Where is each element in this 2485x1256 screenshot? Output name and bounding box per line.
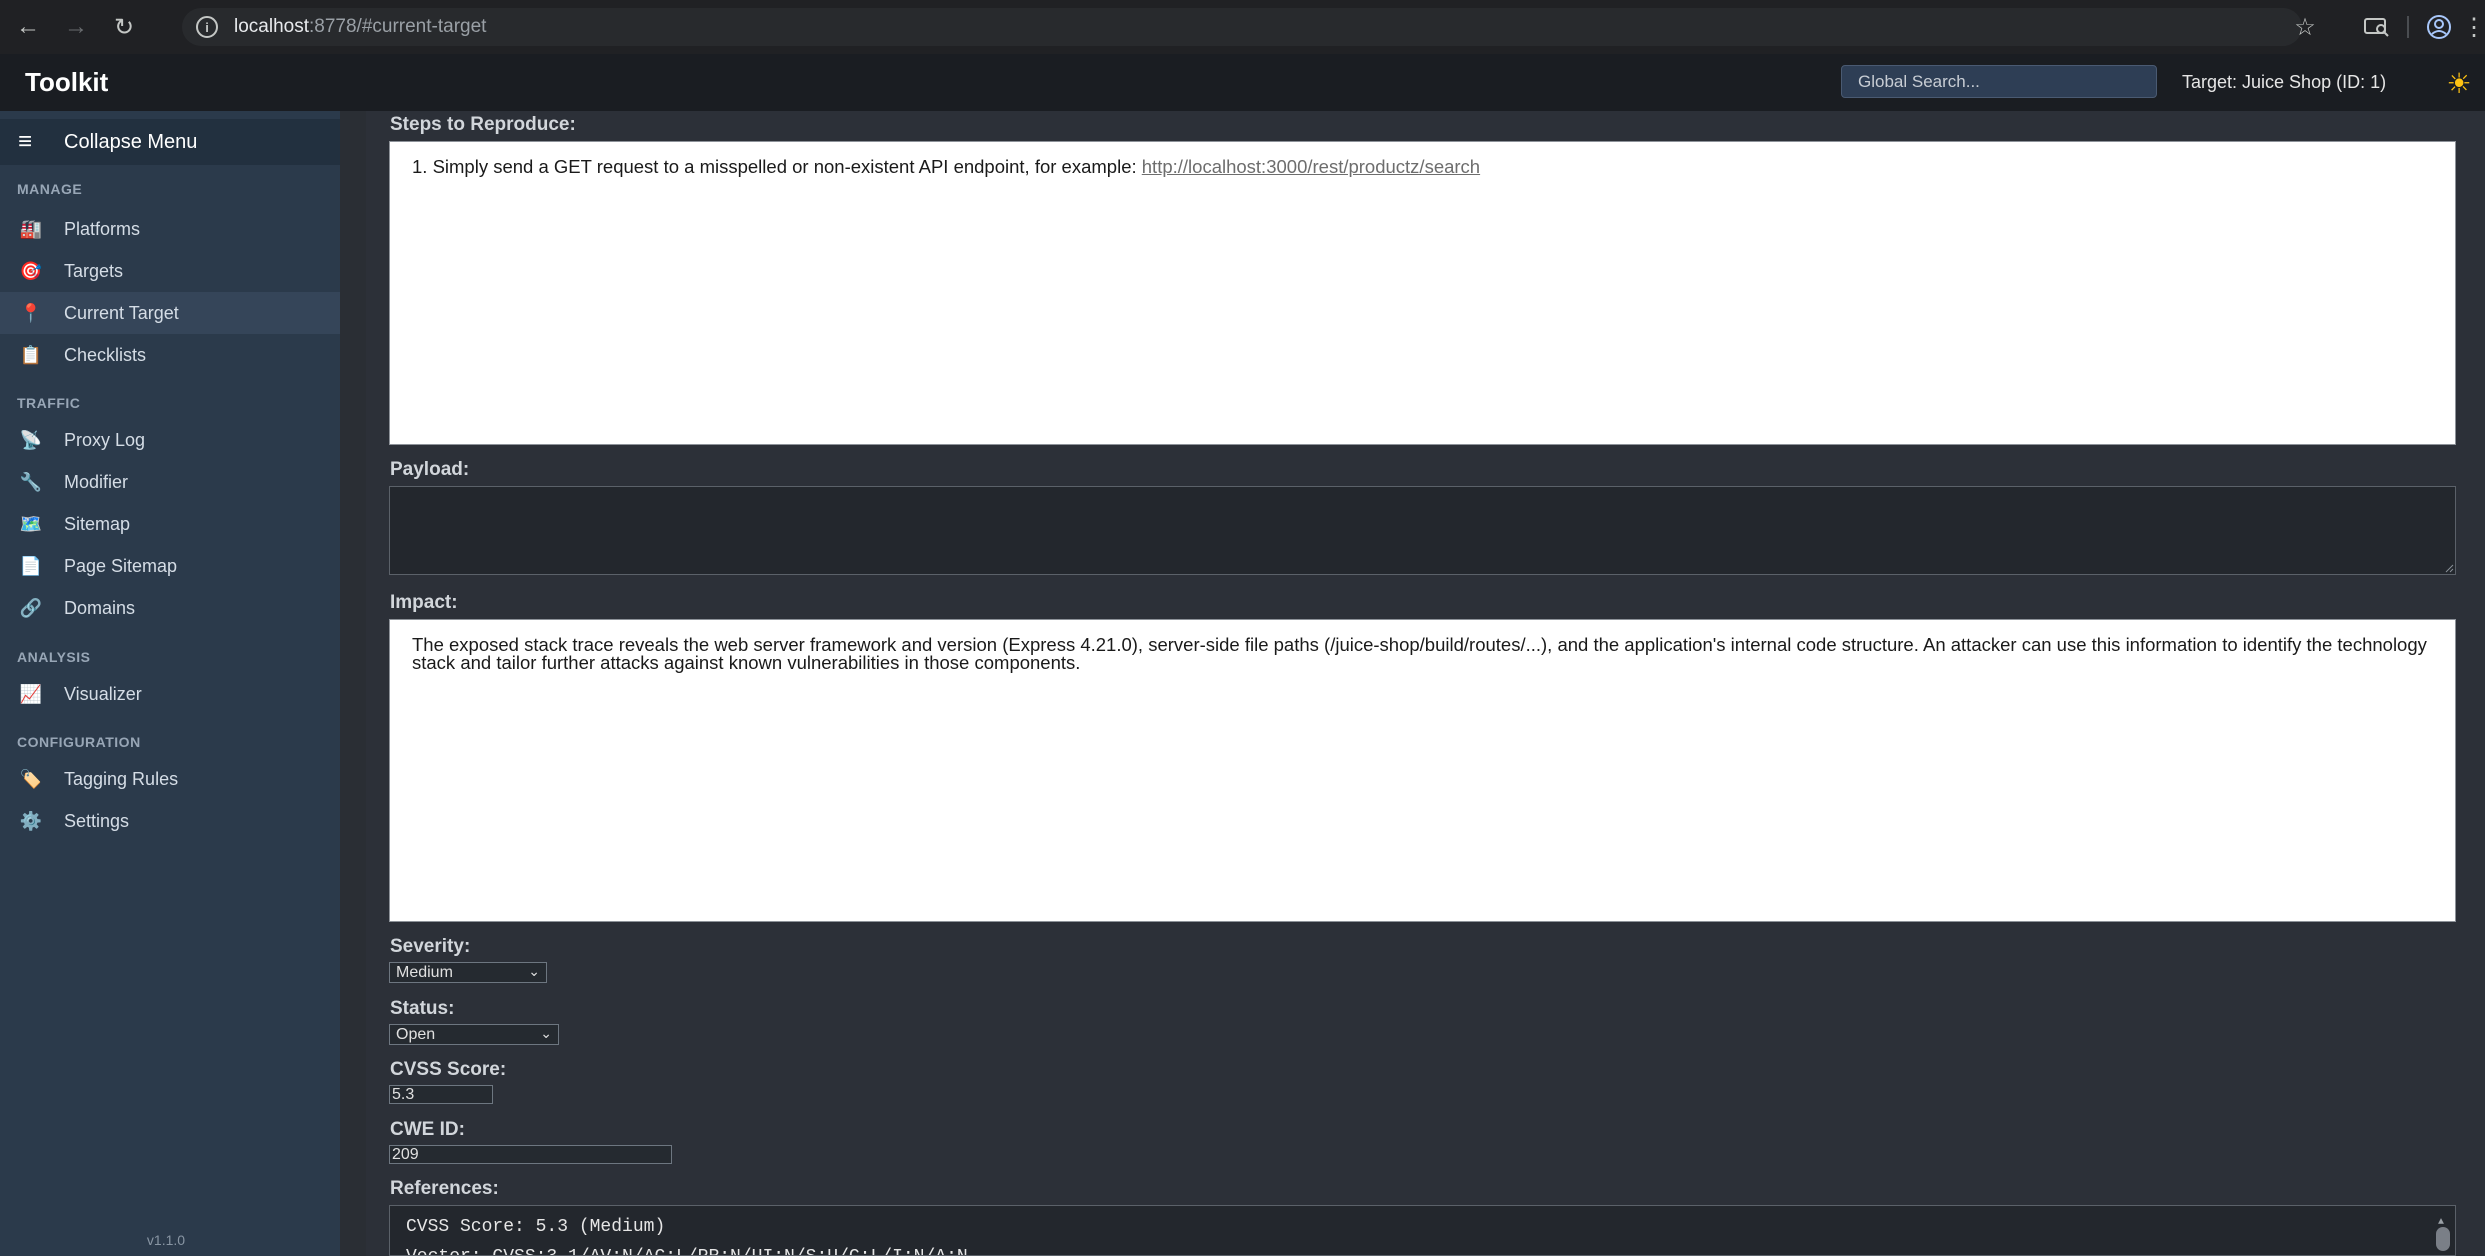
satellite-icon: 📡 xyxy=(19,429,43,450)
page-icon: 📄 xyxy=(19,555,43,576)
site-info-icon[interactable]: i xyxy=(196,16,218,38)
sidebar-item-proxy-log[interactable]: 📡 Proxy Log xyxy=(0,419,340,461)
app-version: v1.1.0 xyxy=(146,1232,186,1248)
status-select[interactable]: Open ⌄ xyxy=(389,1024,559,1045)
steps-link[interactable]: http://localhost:3000/rest/productz/sear… xyxy=(1142,156,1480,177)
url-path: :8778/#current-target xyxy=(309,16,487,37)
resize-handle-icon[interactable] xyxy=(2444,563,2454,573)
arrow-right-icon: → xyxy=(64,13,88,40)
sidebar-item-settings[interactable]: ⚙️ Settings xyxy=(0,800,340,842)
cvss-score-input[interactable]: 5.3 xyxy=(389,1085,493,1104)
references-scrollbar[interactable]: ▲ xyxy=(2433,1206,2453,1255)
chevron-down-icon: ⌄ xyxy=(528,963,540,979)
cwe-label: CWE ID: xyxy=(390,1119,465,1140)
bookmark-star-icon[interactable]: ☆ xyxy=(2281,7,2329,47)
references-label: References: xyxy=(390,1178,499,1199)
scrollbar-thumb[interactable] xyxy=(2436,1227,2450,1251)
section-analysis: ANALYSIS xyxy=(17,649,91,665)
sidebar-item-current-target[interactable]: 📍 Current Target xyxy=(0,292,340,334)
status-value: Open xyxy=(396,1026,436,1043)
status-label: Status: xyxy=(390,998,455,1019)
impact-text: The exposed stack trace reveals the web … xyxy=(412,634,2427,673)
payload-label: Payload: xyxy=(390,459,470,480)
forward-button[interactable]: → xyxy=(56,7,96,47)
references-line-2: Vector: CVSS:3.1/AV:N/AC:L/PR:N/UI:N/S:U… xyxy=(406,1242,2439,1255)
severity-select[interactable]: Medium ⌄ xyxy=(389,962,547,983)
target-icon: 🎯 xyxy=(19,260,43,281)
tag-icon: 🏷️ xyxy=(19,768,43,789)
steps-textarea[interactable]: 1. Simply send a GET request to a misspe… xyxy=(389,141,2456,445)
severity-label: Severity: xyxy=(390,936,471,957)
clipboard-icon: 📋 xyxy=(19,344,43,365)
app-title: Toolkit xyxy=(25,67,109,97)
current-target-label: Target: Juice Shop (ID: 1) xyxy=(2182,72,2387,92)
browser-menu-icon[interactable]: ⋮ xyxy=(2462,7,2485,47)
hamburger-icon: ≡ xyxy=(18,128,33,155)
map-icon: 🗺️ xyxy=(19,513,43,534)
impact-label: Impact: xyxy=(390,592,458,613)
content-gutter xyxy=(340,111,366,1256)
sidebar-item-tagging-rules[interactable]: 🏷️ Tagging Rules xyxy=(0,758,340,800)
app-header: Toolkit Global Search... Target: Juice S… xyxy=(0,54,2485,111)
global-search-input[interactable]: Global Search... xyxy=(1841,65,2157,98)
section-traffic: TRAFFIC xyxy=(17,395,81,411)
profile-icon[interactable] xyxy=(2415,7,2463,47)
sidebar-item-targets[interactable]: 🎯 Targets xyxy=(0,250,340,292)
collapse-menu-label: Collapse Menu xyxy=(64,130,198,153)
references-line-1: CVSS Score: 5.3 (Medium) xyxy=(406,1217,666,1237)
steps-label: Steps to Reproduce: xyxy=(390,114,576,135)
pin-icon: 📍 xyxy=(19,302,43,323)
url-host: localhost xyxy=(234,16,309,37)
chevron-down-icon: ⌄ xyxy=(540,1025,552,1041)
collapse-menu-button[interactable]: ≡ Collapse Menu xyxy=(0,119,340,165)
steps-text: 1. Simply send a GET request to a misspe… xyxy=(412,156,1142,177)
reload-icon: ↻ xyxy=(113,13,135,41)
sidebar: ≡ Collapse Menu MANAGE 🏭 Platforms 🎯 Targe… xyxy=(0,111,340,1256)
arrow-left-icon: ← xyxy=(16,13,40,40)
address-bar[interactable]: i localhost:8778/#current-target xyxy=(182,8,2302,46)
sidebar-item-modifier[interactable]: 🔧 Modifier xyxy=(0,461,340,503)
sidebar-item-domains[interactable]: 🔗 Domains xyxy=(0,587,340,629)
impact-textarea[interactable]: The exposed stack trace reveals the web … xyxy=(389,619,2456,922)
wrench-icon: 🔧 xyxy=(19,471,43,492)
section-manage: MANAGE xyxy=(17,181,83,197)
theme-toggle-sun-icon[interactable]: ☀ xyxy=(2442,66,2476,100)
sidebar-item-platforms[interactable]: 🏭 Platforms xyxy=(0,208,340,250)
toolbar-divider xyxy=(2407,16,2409,38)
back-button[interactable]: ← xyxy=(8,7,48,47)
reload-button[interactable]: ↻ xyxy=(104,7,144,47)
sidebar-item-visualizer[interactable]: 📈 Visualizer xyxy=(0,673,340,715)
sidebar-item-page-sitemap[interactable]: 📄 Page Sitemap xyxy=(0,545,340,587)
section-configuration: CONFIGURATION xyxy=(17,734,141,750)
payload-textarea[interactable] xyxy=(389,486,2456,575)
browser-toolbar: ← → ↻ i localhost:8778/#current-target ☆… xyxy=(0,0,2485,54)
references-textarea[interactable]: CVSS Score: 5.3 (Medium) Vector: CVSS:3.… xyxy=(389,1205,2456,1256)
sidebar-item-sitemap[interactable]: 🗺️ Sitemap xyxy=(0,503,340,545)
cwe-id-input[interactable]: 209 xyxy=(389,1145,672,1164)
severity-value: Medium xyxy=(396,964,453,981)
cvss-label: CVSS Score: xyxy=(390,1059,507,1080)
gear-icon: ⚙️ xyxy=(19,810,43,831)
link-icon: 🔗 xyxy=(19,597,43,618)
chart-icon: 📈 xyxy=(19,683,43,704)
factory-icon: 🏭 xyxy=(19,218,43,239)
tab-search-icon[interactable] xyxy=(2353,7,2401,47)
sidebar-item-checklists[interactable]: 📋 Checklists xyxy=(0,334,340,376)
